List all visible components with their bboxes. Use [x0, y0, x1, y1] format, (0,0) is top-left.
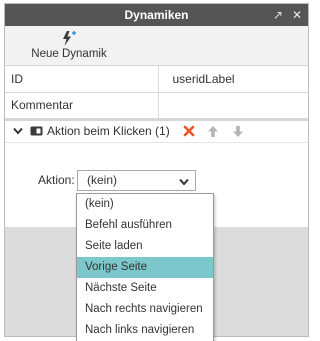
move-down-icon[interactable]	[230, 123, 246, 139]
new-dynamic-label: Neue Dynamik	[31, 48, 107, 60]
property-key: Kommentar	[5, 92, 159, 119]
click-event-icon	[30, 126, 43, 136]
panel-titlebar: Dynamiken ↗ ✕	[5, 4, 308, 26]
popout-icon[interactable]: ↗	[273, 8, 283, 22]
dropdown-option[interactable]: Nächste Seite	[77, 278, 213, 299]
titlebar-controls: ↗ ✕	[273, 4, 302, 26]
dropdown-option-highlighted[interactable]: Vorige Seite	[77, 257, 213, 278]
dropdown-option[interactable]: Seite laden	[77, 236, 213, 257]
dynamic-label: Aktion beim Klicken (1)	[47, 124, 170, 138]
close-icon[interactable]: ✕	[292, 8, 302, 22]
chevron-down-icon	[179, 175, 189, 189]
action-select-value: (kein)	[87, 173, 118, 187]
action-row: Aktion: (kein)	[5, 169, 308, 192]
property-key: ID	[5, 66, 159, 93]
table-row: ID useridLabel	[5, 66, 308, 93]
toolbar: Neue Dynamik	[5, 26, 308, 66]
dropdown-option[interactable]: Nach links navigieren	[77, 320, 213, 341]
move-up-icon[interactable]	[205, 123, 221, 139]
action-dropdown-list: (kein) Befehl ausführen Seite laden Vori…	[76, 193, 214, 341]
action-label: Aktion:	[38, 172, 75, 187]
table-row: Kommentar	[5, 92, 308, 119]
dropdown-option[interactable]: Befehl ausführen	[77, 215, 213, 236]
property-value[interactable]: useridLabel	[158, 66, 308, 93]
properties-table: ID useridLabel Kommentar	[5, 66, 308, 119]
panel-title: Dynamiken	[124, 8, 189, 22]
dropdown-option[interactable]: Nach rechts navigieren	[77, 299, 213, 320]
delete-x-icon[interactable]	[181, 123, 197, 139]
chevron-down-icon[interactable]	[13, 127, 25, 135]
dropdown-option[interactable]: (kein)	[77, 194, 213, 215]
lightning-plus-icon	[61, 30, 77, 47]
property-value[interactable]	[158, 92, 308, 119]
new-dynamic-button[interactable]: Neue Dynamik	[31, 30, 107, 64]
dynamic-header: Aktion beim Klicken (1)	[5, 121, 308, 143]
action-select[interactable]: (kein)	[77, 169, 196, 191]
